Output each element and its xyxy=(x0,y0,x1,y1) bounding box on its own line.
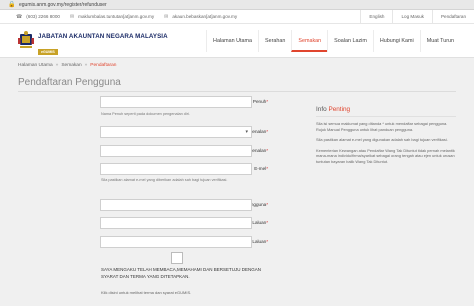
nav-item-serahan[interactable]: Serahan xyxy=(258,30,291,52)
brand: JABATAN AKAUNTAN NEGARA MALAYSIA eGUMIS xyxy=(38,33,168,58)
email-label: E-mel* xyxy=(254,166,268,171)
site-header: JABATAN AKAUNTAN NEGARA MALAYSIA eGUMIS … xyxy=(0,24,474,58)
breadcrumb: Halaman Utama » Semakan » Pendaftaran xyxy=(18,63,116,68)
nav-item-semakan[interactable]: Semakan xyxy=(291,30,328,52)
id-type-select[interactable] xyxy=(100,126,252,138)
full-name-input[interactable] xyxy=(100,96,252,108)
agree-text: SAYA MENGAKU TELAH MEMBACA,MEMAHAMI DAN … xyxy=(101,267,262,279)
mail-icon: ✉ xyxy=(69,13,75,20)
phone-number: (603) 2266 8000 xyxy=(26,14,60,19)
email-input[interactable] xyxy=(100,163,252,175)
email-1[interactable]: maklumbalas.tuntutan[at]anm.gov.my xyxy=(78,14,154,19)
login-link[interactable]: Log Masuk xyxy=(392,9,431,24)
info-paragraph-2: Sila pastikan alamat e-mel yang digunaka… xyxy=(316,137,448,143)
title-divider xyxy=(18,91,456,92)
info-title: Info Penting xyxy=(316,106,351,113)
email-help: Sila pastikan alamat e-mel yang diberika… xyxy=(101,178,228,182)
full-name-help: Nama Penuh seperti pada dokumen pengenal… xyxy=(101,112,190,116)
confirm-password-input[interactable] xyxy=(100,236,252,248)
brand-subtitle: eGUMIS xyxy=(38,49,58,55)
password-input[interactable] xyxy=(100,217,252,229)
breadcrumb-separator: » xyxy=(84,63,88,68)
agree-checkbox[interactable] xyxy=(171,252,183,264)
nav-item-halaman-utama[interactable]: Halaman Utama xyxy=(206,30,258,52)
breadcrumb-home[interactable]: Halaman Utama xyxy=(18,63,53,68)
breadcrumb-current: Pendaftaran xyxy=(90,63,117,68)
top-info-bar: ☎ (603) 2266 8000 ✉ maklumbalas.tuntutan… xyxy=(0,9,474,24)
nav-item-soalan-lazim[interactable]: Soalan Lazim xyxy=(327,30,373,52)
terms-link[interactable]: Klik disini untuk melihat terma dan syar… xyxy=(101,290,191,295)
brand-name: JABATAN AKAUNTAN NEGARA MALAYSIA xyxy=(38,33,168,40)
coat-of-arms-logo[interactable] xyxy=(18,30,34,50)
contact-info: ☎ (603) 2266 8000 ✉ maklumbalas.tuntutan… xyxy=(16,14,237,20)
breadcrumb-separator: » xyxy=(55,63,59,68)
info-paragraph-3: Kementerian Kewangan atau Pendaftar Wang… xyxy=(316,147,455,164)
phone-icon: ☎ xyxy=(16,13,23,20)
browser-address-bar[interactable]: 🔒 egumis.anm.gov.my/register/refunduser xyxy=(0,0,474,10)
breadcrumb-semakan[interactable]: Semakan xyxy=(61,63,81,68)
lock-icon: 🔒 xyxy=(8,1,16,8)
nav-item-hubungi-kami[interactable]: Hubungi Kami xyxy=(372,30,420,52)
username-input[interactable] xyxy=(100,199,252,211)
mail-icon: ✉ xyxy=(164,13,169,20)
info-paragraph-1: Sila isi semua maklumat yang ditanda * u… xyxy=(316,121,448,132)
language-link[interactable]: English xyxy=(360,9,392,24)
email-2[interactable]: akaun.bebaskan[at]anm.gov.my xyxy=(172,14,237,19)
page-title: Pendaftaran Pengguna xyxy=(18,77,121,88)
register-link[interactable]: Pendaftaran xyxy=(431,9,474,24)
top-links: English Log Masuk Pendaftaran xyxy=(360,9,474,24)
info-panel: Info Penting Sila isi semua maklumat yan… xyxy=(316,106,458,170)
id-number-input[interactable] xyxy=(100,145,252,157)
info-divider xyxy=(316,116,456,117)
nav-item-muat-turun[interactable]: Muat Turun xyxy=(419,30,460,52)
main-nav: Halaman Utama Serahan Semakan Soalan Lazim H… xyxy=(206,30,460,52)
url-text[interactable]: egumis.anm.gov.my/register/refunduser xyxy=(19,2,107,8)
